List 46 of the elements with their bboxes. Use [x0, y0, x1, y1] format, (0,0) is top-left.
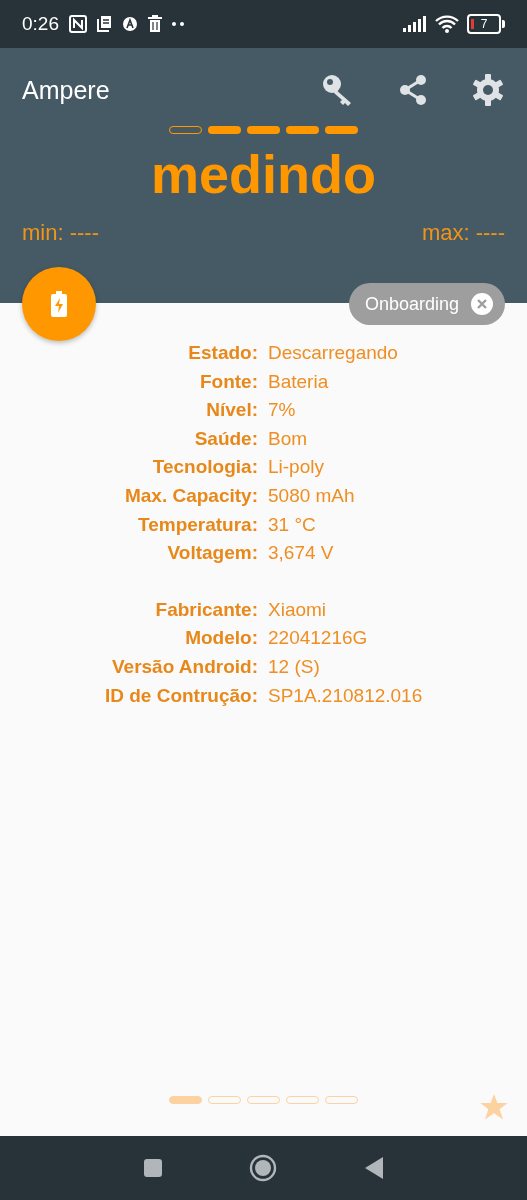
status-time: 0:26 [22, 13, 59, 35]
info-value: 7% [268, 398, 297, 423]
info-value: Xiaomi [268, 597, 328, 622]
notes-icon [95, 15, 113, 33]
info-label: Estado: [187, 341, 258, 365]
wifi-icon [435, 15, 459, 33]
star-icon[interactable] [480, 1094, 508, 1120]
max-reading: max: ---- [421, 220, 505, 246]
info-label: Max. Capacity: [123, 483, 258, 508]
info-value: 12 (S) [268, 654, 321, 679]
info-label: Fabricante: [154, 597, 258, 622]
app-title: Ampere [22, 75, 110, 105]
close-icon[interactable] [471, 293, 493, 315]
back-icon[interactable] [363, 1156, 384, 1180]
info-label: Nível: [205, 398, 258, 423]
min-reading: min: ---- [22, 220, 99, 246]
info-value: Li-poly [268, 455, 325, 480]
more-icon [171, 21, 185, 27]
signal-icon [403, 16, 427, 32]
info-value: SP1A.210812.016 [268, 683, 424, 708]
info-value: Bateria [268, 369, 330, 394]
info-value: Bom [268, 426, 309, 451]
info-value: 31 °C [268, 512, 317, 537]
info-label: Voltagem: [166, 541, 258, 566]
battery-charging-icon [51, 291, 67, 317]
info-label: Fonte: [198, 369, 258, 394]
measuring-status: medindo [150, 144, 377, 204]
info-label: Versão Android: [110, 654, 258, 679]
info-label: ID de Contrução: [103, 683, 258, 708]
info-value: 22041216G [268, 626, 369, 651]
recents-icon[interactable] [143, 1158, 164, 1178]
settings-icon[interactable] [471, 73, 505, 107]
nfc-icon [69, 15, 87, 33]
font-icon [121, 15, 139, 33]
onboarding-chip[interactable]: Onboarding [348, 283, 505, 325]
share-icon[interactable] [397, 74, 429, 106]
info-label: Tecnologia: [151, 455, 258, 480]
info-value: Descarregando [268, 341, 399, 365]
info-label: Saúde: [193, 426, 258, 451]
battery-button[interactable] [22, 267, 96, 341]
info-value: 5080 mAh [268, 483, 356, 508]
home-icon[interactable] [249, 1154, 278, 1182]
info-label: Modelo: [184, 626, 258, 651]
info-value: 3,674 V [268, 541, 335, 566]
trash-icon [147, 15, 163, 33]
info-label: Temperatura: [137, 512, 258, 537]
